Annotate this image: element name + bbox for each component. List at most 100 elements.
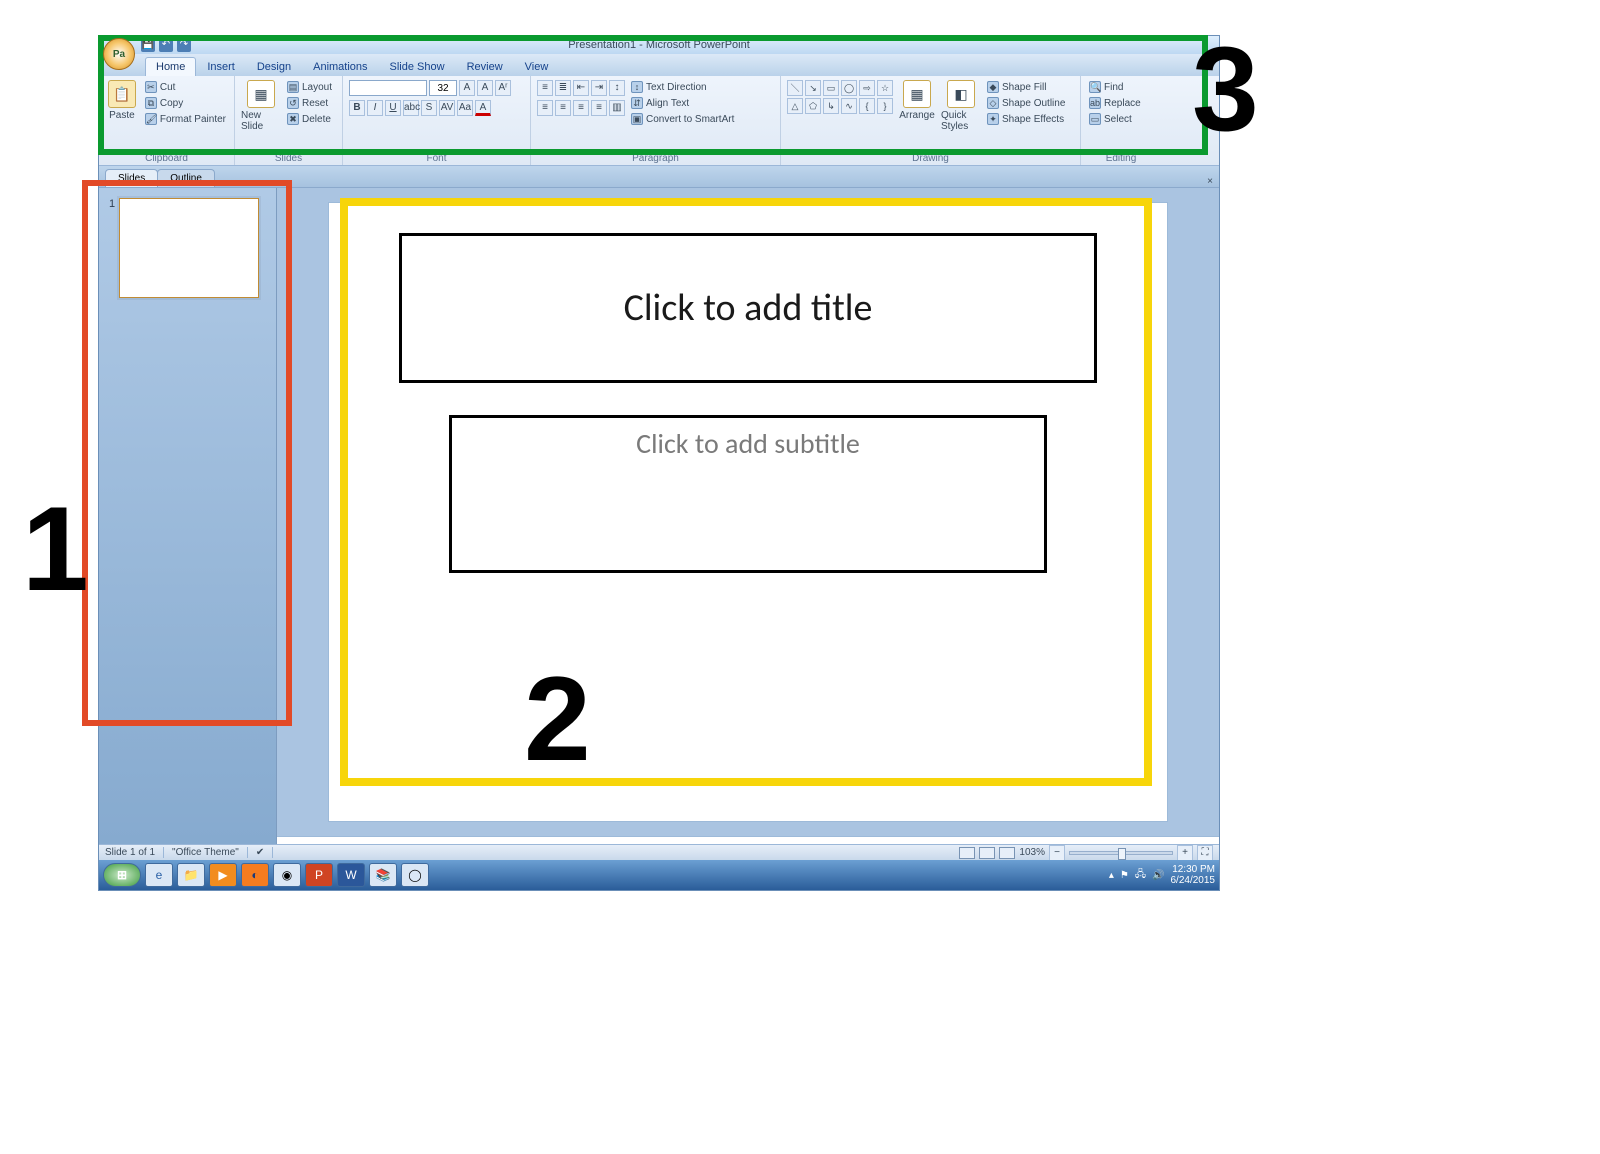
- word-icon[interactable]: W: [337, 863, 365, 887]
- app-icon[interactable]: ◯: [401, 863, 429, 887]
- shape-curve-icon[interactable]: ∿: [841, 98, 857, 114]
- normal-view-button[interactable]: [959, 847, 975, 859]
- paste-button[interactable]: 📋 Paste: [105, 80, 139, 121]
- tab-animations[interactable]: Animations: [302, 57, 378, 76]
- panel-tab-outline[interactable]: Outline: [157, 169, 215, 187]
- convert-smartart-button[interactable]: ▣Convert to SmartArt: [629, 112, 736, 126]
- shape-effects-button[interactable]: ✦Shape Effects: [985, 112, 1067, 126]
- align-right-button[interactable]: ≡: [573, 100, 589, 116]
- tray-arrow-icon[interactable]: ▴: [1109, 870, 1114, 881]
- font-color-button[interactable]: A: [475, 100, 491, 116]
- replace-button[interactable]: abReplace: [1087, 96, 1143, 110]
- shape-tri-icon[interactable]: △: [787, 98, 803, 114]
- shape-brace-icon[interactable]: {: [859, 98, 875, 114]
- font-family-select[interactable]: [349, 80, 427, 96]
- shape-fill-button[interactable]: ◆Shape Fill: [985, 80, 1067, 94]
- clear-format-icon[interactable]: Aʳ: [495, 80, 511, 96]
- decrease-indent-button[interactable]: ⇤: [573, 80, 589, 96]
- firefox-icon[interactable]: ◐: [241, 863, 269, 887]
- undo-icon[interactable]: ↶: [159, 38, 173, 52]
- shapes-gallery[interactable]: ＼ ↘ ▭ ◯ ⇨ ☆ △ ⬠ ↳ ∿ { }: [787, 80, 893, 114]
- italic-button[interactable]: I: [367, 100, 383, 116]
- select-button[interactable]: ▭Select: [1087, 112, 1143, 126]
- cut-button[interactable]: ✂Cut: [143, 80, 228, 94]
- clock[interactable]: 12:30 PM 6/24/2015: [1171, 864, 1216, 886]
- justify-button[interactable]: ≡: [591, 100, 607, 116]
- arrange-button[interactable]: ▦ Arrange: [897, 80, 937, 121]
- align-text-button[interactable]: ⇵Align Text: [629, 96, 736, 110]
- redo-icon[interactable]: ↷: [177, 38, 191, 52]
- layout-button[interactable]: ▤Layout: [285, 80, 334, 94]
- zoom-slider[interactable]: [1069, 851, 1173, 855]
- tab-home[interactable]: Home: [145, 57, 196, 76]
- copy-button[interactable]: ⧉Copy: [143, 96, 228, 110]
- shape-brace2-icon[interactable]: }: [877, 98, 893, 114]
- chrome-icon[interactable]: ◉: [273, 863, 301, 887]
- increase-indent-button[interactable]: ⇥: [591, 80, 607, 96]
- office-button[interactable]: Pa: [103, 38, 135, 70]
- powerpoint-icon[interactable]: P: [305, 863, 333, 887]
- slides-pane[interactable]: 1: [99, 188, 277, 844]
- align-center-button[interactable]: ≡: [555, 100, 571, 116]
- tab-design[interactable]: Design: [246, 57, 302, 76]
- slide-thumbnail[interactable]: [119, 198, 259, 298]
- shape-outline-button[interactable]: ◇Shape Outline: [985, 96, 1067, 110]
- bullets-button[interactable]: ≡: [537, 80, 553, 96]
- delete-button[interactable]: ✖Delete: [285, 112, 334, 126]
- slide-stage[interactable]: Click to add title Click to add subtitle: [277, 188, 1219, 836]
- grow-font-icon[interactable]: A: [459, 80, 475, 96]
- shape-conn-icon[interactable]: ↳: [823, 98, 839, 114]
- align-left-button[interactable]: ≡: [537, 100, 553, 116]
- volume-icon[interactable]: 🔊: [1152, 870, 1164, 881]
- shape-poly-icon[interactable]: ⬠: [805, 98, 821, 114]
- thumbnail-item[interactable]: 1: [109, 198, 266, 298]
- explorer-icon[interactable]: 📁: [177, 863, 205, 887]
- mediaplayer-icon[interactable]: ▶: [209, 863, 237, 887]
- strike-button[interactable]: abc: [403, 100, 419, 116]
- title-placeholder[interactable]: Click to add title: [399, 233, 1097, 383]
- slide-canvas[interactable]: Click to add title Click to add subtitle: [328, 202, 1168, 822]
- tab-insert[interactable]: Insert: [196, 57, 246, 76]
- font-size-select[interactable]: [429, 80, 457, 96]
- subtitle-placeholder[interactable]: Click to add subtitle: [449, 415, 1047, 573]
- change-case-button[interactable]: Aa: [457, 100, 473, 116]
- sorter-view-button[interactable]: [979, 847, 995, 859]
- network-icon[interactable]: 🖧: [1135, 867, 1146, 884]
- zoom-in-button[interactable]: +: [1177, 845, 1193, 861]
- numbering-button[interactable]: ≣: [555, 80, 571, 96]
- text-direction-button[interactable]: ↕Text Direction: [629, 80, 736, 94]
- shape-line-icon[interactable]: ＼: [787, 80, 803, 96]
- tab-review[interactable]: Review: [456, 57, 514, 76]
- slideshow-view-button[interactable]: [999, 847, 1015, 859]
- char-spacing-button[interactable]: AV: [439, 100, 455, 116]
- shape-rect-icon[interactable]: ▭: [823, 80, 839, 96]
- columns-button[interactable]: ▥: [609, 100, 625, 116]
- bold-button[interactable]: B: [349, 100, 365, 116]
- tab-slideshow[interactable]: Slide Show: [379, 57, 456, 76]
- find-button[interactable]: 🔍Find: [1087, 80, 1143, 94]
- fit-to-window-button[interactable]: ⛶: [1197, 845, 1213, 861]
- shape-arrow2-icon[interactable]: ⇨: [859, 80, 875, 96]
- quick-styles-button[interactable]: ◧ Quick Styles: [941, 80, 981, 132]
- shape-star-icon[interactable]: ☆: [877, 80, 893, 96]
- winrar-icon[interactable]: 📚: [369, 863, 397, 887]
- panel-close-icon[interactable]: ×: [1207, 176, 1213, 187]
- ie-icon[interactable]: e: [145, 863, 173, 887]
- line-spacing-button[interactable]: ↕: [609, 80, 625, 96]
- zoom-out-button[interactable]: −: [1049, 845, 1065, 861]
- panel-tab-slides[interactable]: Slides: [105, 169, 158, 187]
- shape-oval-icon[interactable]: ◯: [841, 80, 857, 96]
- slide-indicator: Slide 1 of 1: [105, 847, 164, 858]
- underline-button[interactable]: U: [385, 100, 401, 116]
- reset-button[interactable]: ↺Reset: [285, 96, 334, 110]
- new-slide-button[interactable]: ▦ New Slide: [241, 80, 281, 132]
- shadow-button[interactable]: S: [421, 100, 437, 116]
- flag-icon[interactable]: ⚑: [1120, 870, 1129, 881]
- start-button[interactable]: ⊞: [103, 863, 141, 887]
- tab-view[interactable]: View: [514, 57, 560, 76]
- shrink-font-icon[interactable]: A: [477, 80, 493, 96]
- format-painter-button[interactable]: 🖌Format Painter: [143, 112, 228, 126]
- shape-arrow-icon[interactable]: ↘: [805, 80, 821, 96]
- spellcheck-icon[interactable]: ✔: [256, 847, 273, 858]
- save-icon[interactable]: 💾: [141, 38, 155, 52]
